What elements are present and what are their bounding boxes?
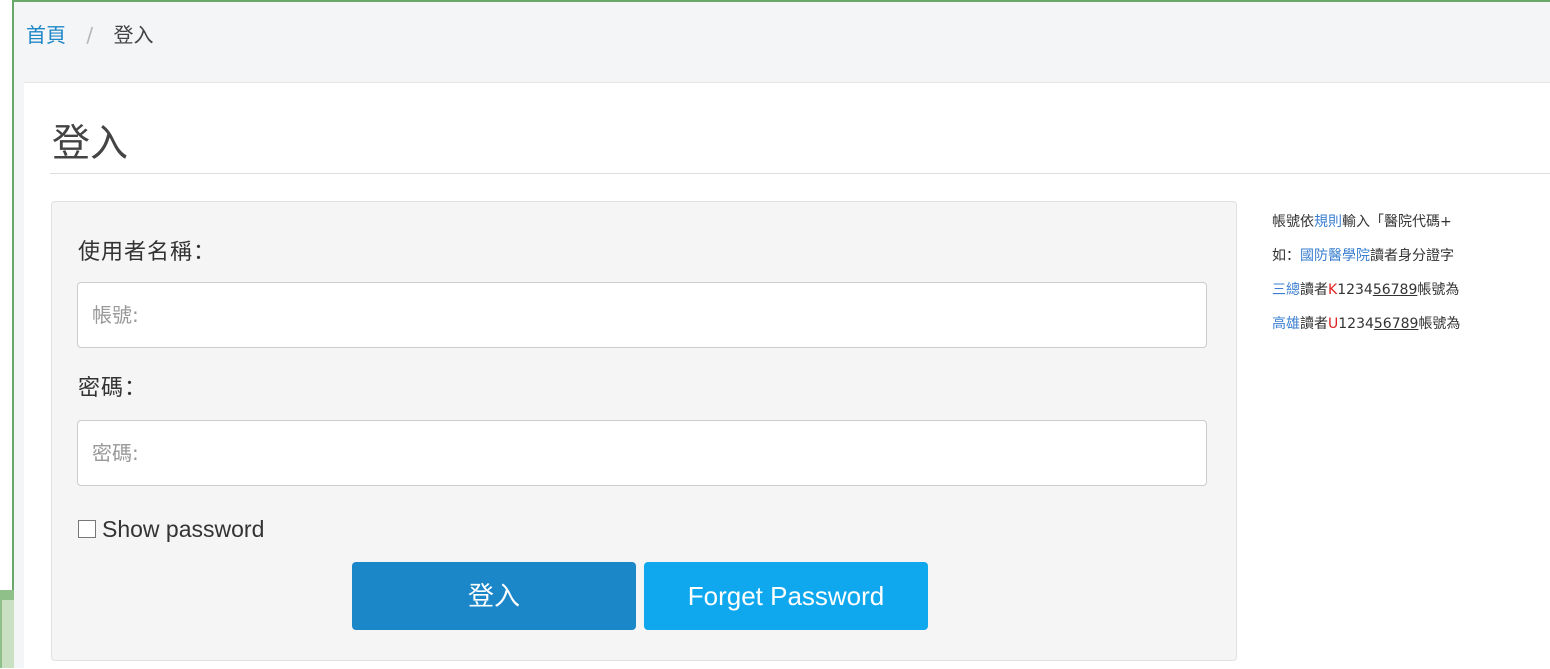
- login-button[interactable]: 登入: [352, 562, 636, 630]
- password-input[interactable]: [77, 420, 1207, 486]
- login-form: 使用者名稱： 密碼： Show password 登入 Forget Passw…: [51, 201, 1237, 661]
- id-digits-underlined: 56789: [1373, 316, 1419, 332]
- account-rules-text: 帳號依規則輸入「醫院代碼+ 如：國防醫學院讀者身分證字 三總讀者K1234567…: [1272, 205, 1550, 341]
- tsgh-link[interactable]: 三總: [1272, 282, 1300, 298]
- rules-text: 讀者: [1300, 316, 1328, 332]
- rules-text: 讀者: [1300, 282, 1328, 298]
- content-panel: 登入 使用者名稱： 密碼： Show password 登入 Forget Pa…: [24, 82, 1550, 669]
- breadcrumb: 首頁 / 登入: [26, 20, 153, 50]
- title-divider: [50, 173, 1550, 174]
- breadcrumb-home-link[interactable]: 首頁: [26, 23, 66, 47]
- password-label: 密碼：: [78, 376, 148, 401]
- show-password-label: Show password: [102, 515, 265, 542]
- page-container: 首頁 / 登入 登入 使用者名稱： 密碼： Show password 登入 F…: [14, 2, 1550, 669]
- kaohsiung-link[interactable]: 高雄: [1272, 316, 1300, 332]
- rules-text: 輸入「醫院代碼+: [1342, 214, 1452, 230]
- show-password-toggle[interactable]: Show password: [78, 514, 264, 544]
- rules-text: 帳號依: [1272, 214, 1314, 230]
- id-prefix-u: U: [1328, 316, 1339, 332]
- rules-text: 讀者身分證字: [1370, 248, 1454, 264]
- show-password-checkbox[interactable]: [78, 520, 96, 538]
- rules-line-3: 三總讀者K123456789帳號為: [1272, 273, 1550, 307]
- rules-link[interactable]: 規則: [1314, 214, 1342, 230]
- id-prefix-k: K: [1328, 282, 1338, 298]
- window-frame-left: [0, 0, 12, 668]
- window-frame-corner-inner: [2, 600, 14, 668]
- page-title: 登入: [52, 121, 129, 165]
- rules-line-1: 帳號依規則輸入「醫院代碼+: [1272, 205, 1550, 239]
- breadcrumb-current: 登入: [113, 23, 154, 47]
- id-digits-underlined: 56789: [1372, 282, 1418, 298]
- id-digits: 1234: [1338, 316, 1374, 332]
- username-input[interactable]: [77, 282, 1207, 348]
- rules-text: 帳號為: [1418, 316, 1461, 332]
- rules-line-4: 高雄讀者U123456789帳號為: [1272, 307, 1550, 341]
- rules-line-2: 如：國防醫學院讀者身分證字: [1272, 239, 1550, 273]
- username-label: 使用者名稱：: [78, 240, 217, 265]
- forget-password-button[interactable]: Forget Password: [644, 562, 928, 630]
- id-digits: 1234: [1337, 282, 1373, 298]
- ndmc-link[interactable]: 國防醫學院: [1300, 248, 1370, 264]
- rules-text: 帳號為: [1417, 282, 1460, 298]
- rules-text: 如：: [1272, 248, 1300, 264]
- breadcrumb-separator: /: [86, 23, 94, 47]
